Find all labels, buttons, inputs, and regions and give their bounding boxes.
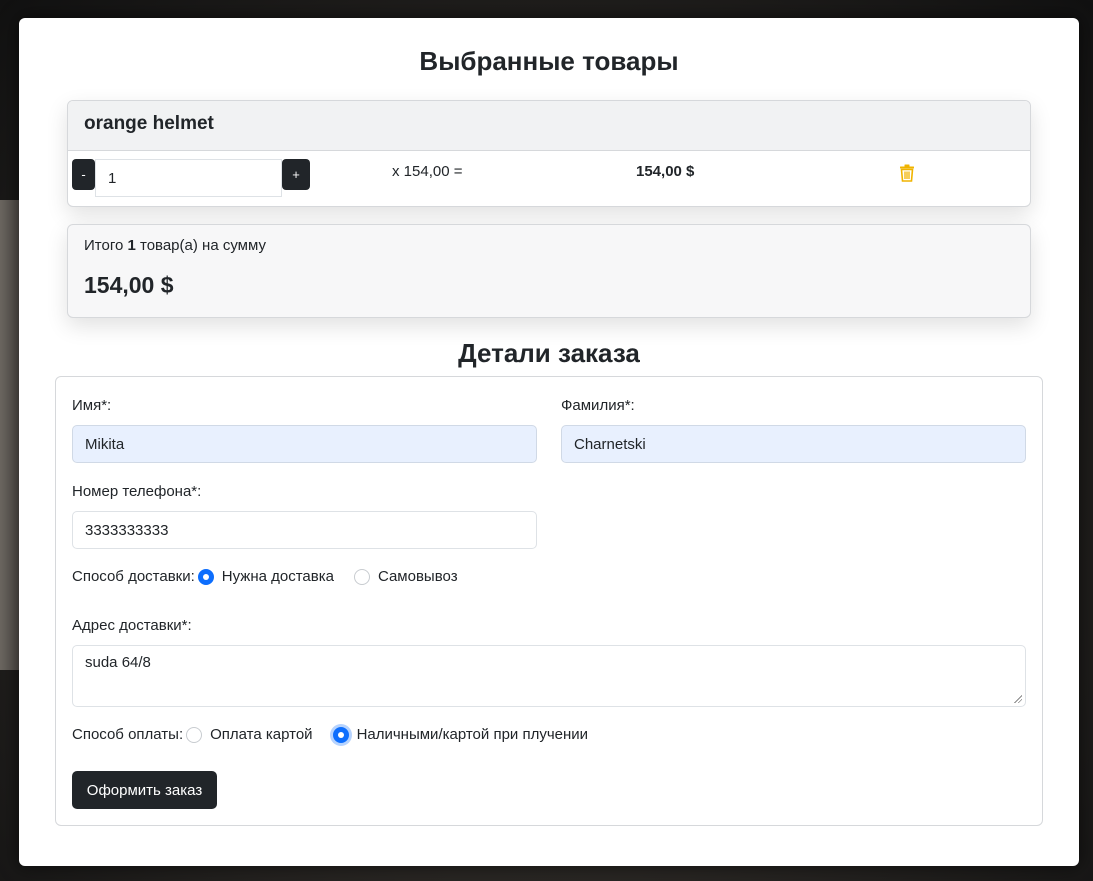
delivery-radio-delivery[interactable] [197, 568, 214, 585]
first-name-label: Имя*: [72, 397, 112, 414]
payment-method-group: Способ оплаты: Оплата картой Наличными/к… [72, 726, 608, 743]
trash-icon[interactable] [899, 164, 915, 182]
payment-radio-card[interactable] [186, 726, 203, 743]
summary-total: 154,00 $ [84, 272, 174, 298]
cart-title: Выбранные товары [419, 46, 679, 76]
summary-line: Итого 1 товар(а) на сумму [84, 237, 1014, 254]
delivery-option-pickup[interactable]: Самовывоз [353, 568, 458, 585]
decrease-quantity-button[interactable]: - [72, 159, 95, 190]
payment-option-cash[interactable]: Наличными/картой при плучении [332, 726, 589, 743]
summary-suffix: товар(а) на сумму [140, 237, 266, 254]
increase-quantity-button[interactable]: + [282, 159, 310, 190]
quantity-input[interactable] [95, 159, 282, 197]
address-value: suda 64/8 [85, 654, 151, 671]
payment-radio-cash[interactable] [332, 726, 349, 743]
cart-item-name: orange helmet [68, 101, 1030, 151]
address-textarea[interactable]: suda 64/8 [72, 645, 1026, 707]
delivery-option-label: Самовывоз [377, 568, 458, 585]
order-title: Детали заказа [458, 338, 640, 368]
resize-handle[interactable] [1014, 695, 1022, 703]
summary-count: 1 [127, 237, 136, 254]
delivery-method-label: Способ доставки: [72, 568, 195, 585]
last-name-input[interactable]: Charnetski [561, 425, 1026, 463]
delivery-option-delivery[interactable]: Нужна доставка [197, 568, 334, 585]
delivery-radio-pickup[interactable] [353, 568, 370, 585]
checkout-modal: Выбранные товары orange helmet - + x 154… [19, 18, 1079, 866]
phone-label: Номер телефона*: [72, 483, 202, 500]
cart-summary: Итого 1 товар(а) на сумму 154,00 $ [67, 224, 1031, 318]
summary-prefix: Итого [84, 237, 124, 254]
delivery-method-group: Способ доставки: Нужна доставка Самовыво… [72, 568, 478, 585]
cart-item-card: orange helmet - + x 154,00 = 154,00 $ [67, 100, 1031, 207]
cart-item-row: - + x 154,00 = 154,00 $ [68, 151, 1030, 206]
payment-option-card[interactable]: Оплата картой [186, 726, 313, 743]
order-form: Имя*: Mikita Фамилия*: Charnetski Номер … [55, 376, 1043, 826]
last-name-label: Фамилия*: [561, 397, 635, 414]
address-label: Адрес доставки*: [72, 617, 192, 634]
payment-option-label: Наличными/картой при плучении [356, 726, 589, 743]
payment-option-label: Оплата картой [210, 726, 313, 743]
unit-price: x 154,00 = [392, 163, 463, 180]
delivery-option-label: Нужна доставка [221, 568, 334, 585]
payment-method-label: Способ оплаты: [72, 726, 184, 743]
line-total: 154,00 $ [636, 163, 695, 180]
first-name-input[interactable]: Mikita [72, 425, 537, 463]
phone-input[interactable]: 3333333333 [72, 511, 537, 549]
submit-order-button[interactable]: Оформить заказ [72, 771, 217, 809]
